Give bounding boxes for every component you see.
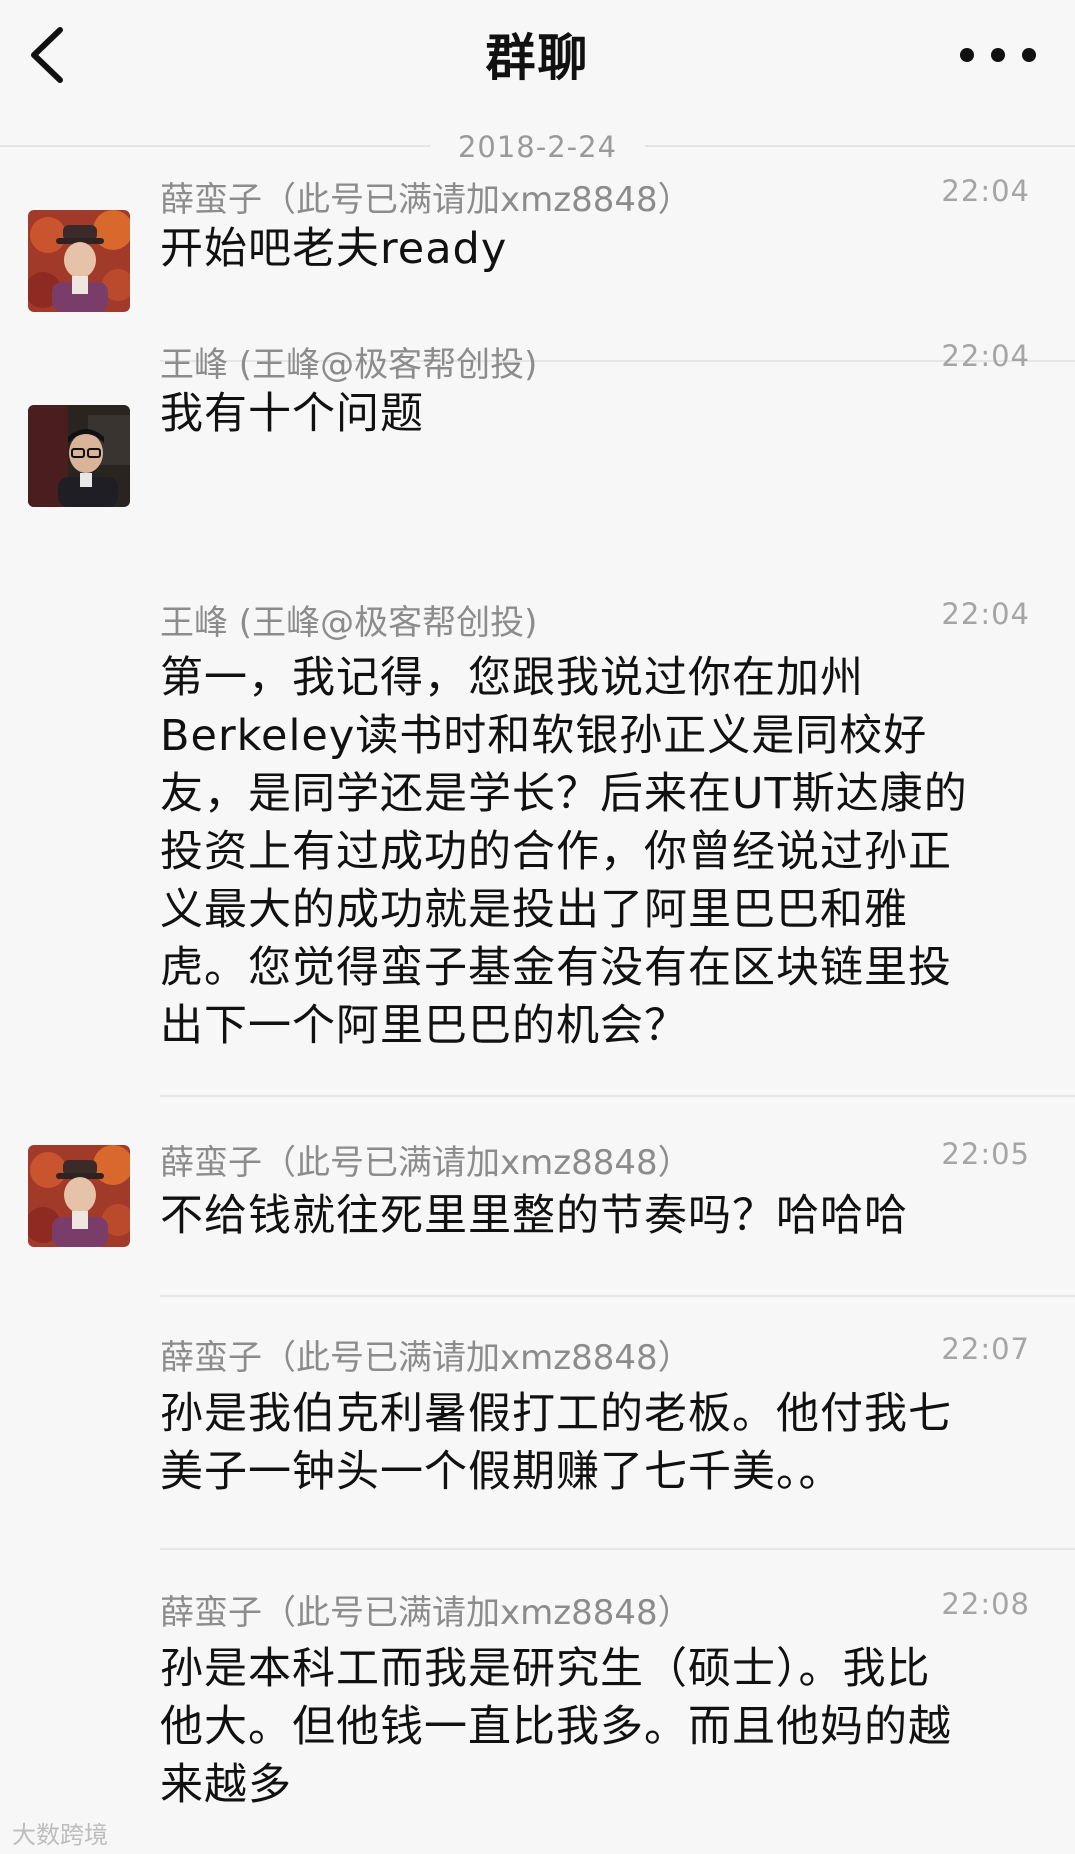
message-item: 王峰 (王峰@极客帮创投) 22:04 第一，我记得，您跟我说过你在加州 Ber… <box>0 595 1075 1105</box>
message-text: 开始吧老夫ready <box>160 224 508 274</box>
message-time: 22:04 <box>941 174 1030 208</box>
message-text-line: 美子一钟头一个假期赚了七千美。。 <box>160 1447 843 1497</box>
message-text-line: 虎。您觉得蛮子基金有没有在区块链里投 <box>160 943 952 993</box>
message-text-line: 来越多 <box>160 1760 292 1810</box>
message-text-line: 出下一个阿里巴巴的机会？ <box>160 1001 688 1051</box>
message-item: 薛蛮子（此号已满请加xmz8848） 22:07 孙是我伯克利暑假打工的老板。他… <box>0 1330 1075 1550</box>
message-time: 22:04 <box>941 597 1030 631</box>
divider <box>160 1095 1075 1097</box>
message-text-line: 第一，我记得，您跟我说过你在加州 <box>160 653 864 703</box>
chat-title: 群聊 <box>485 29 590 87</box>
sender-name: 王峰 (王峰@极客帮创投) <box>160 345 538 385</box>
man-with-hat-avatar[interactable] <box>28 210 130 312</box>
sender-name: 王峰 (王峰@极客帮创投) <box>160 603 538 643</box>
message-time: 22:07 <box>941 1332 1030 1366</box>
man-with-hat-avatar[interactable] <box>28 1145 130 1247</box>
sender-name: 薛蛮子（此号已满请加xmz8848） <box>160 180 692 220</box>
message-text-line: 他大。但他钱一直比我多。而且他妈的越 <box>160 1702 952 1752</box>
message-time: 22:04 <box>941 339 1030 373</box>
more-dots-icon <box>960 48 1036 62</box>
message-text-line: 投资上有过成功的合作，你曾经说过孙正 <box>160 827 952 877</box>
watermark: 大数跨境 <box>12 1821 108 1849</box>
message-time: 22:08 <box>941 1587 1030 1621</box>
sender-name: 薛蛮子（此号已满请加xmz8848） <box>160 1143 692 1183</box>
message-text: 孙是本科工而我是研究生（硕士）。我比 他大。但他钱一直比我多。而且他妈的越 来越… <box>160 1640 1030 1814</box>
message-text-line: 孙是本科工而我是研究生（硕士）。我比 <box>160 1644 931 1694</box>
message-text-line: Berkeley读书时和软银孙正义是同校好 <box>160 711 928 761</box>
message-item: 薛蛮子（此号已满请加xmz8848） 22:04 开始吧老夫ready <box>0 170 1075 362</box>
man-with-glasses-avatar[interactable] <box>28 405 130 507</box>
date-label: 2018-2-24 <box>429 130 646 164</box>
message-item: 王峰 (王峰@极客帮创投) 22:04 我有十个问题 <box>0 339 1075 545</box>
message-time: 22:05 <box>941 1137 1030 1171</box>
divider <box>160 1548 1075 1550</box>
message-item: 薛蛮子（此号已满请加xmz8848） 22:05 不给钱就往死里里整的节奏吗？哈… <box>0 1135 1075 1297</box>
sender-name: 薛蛮子（此号已满请加xmz8848） <box>160 1593 692 1633</box>
message-item: 薛蛮子（此号已满请加xmz8848） 22:08 孙是本科工而我是研究生（硕士）… <box>0 1585 1075 1835</box>
message-text: 第一，我记得，您跟我说过你在加州 Berkeley读书时和软银孙正义是同校好 友… <box>160 649 1030 1055</box>
message-text: 不给钱就往死里里整的节奏吗？哈哈哈 <box>160 1191 908 1241</box>
sender-name: 薛蛮子（此号已满请加xmz8848） <box>160 1338 692 1378</box>
message-text-line: 友，是同学还是学长？后来在UT斯达康的 <box>160 769 968 819</box>
more-button[interactable] <box>953 35 1043 75</box>
message-text-line: 义最大的成功就是投出了阿里巴巴和雅 <box>160 885 908 935</box>
chat-header: 群聊 2018-2-24 <box>0 0 1075 164</box>
divider <box>160 1295 1075 1297</box>
message-text: 我有十个问题 <box>160 389 424 439</box>
message-text: 孙是我伯克利暑假打工的老板。他付我七 美子一钟头一个假期赚了七千美。。 <box>160 1385 1030 1501</box>
date-separator: 2018-2-24 <box>0 130 1075 164</box>
message-text-line: 孙是我伯克利暑假打工的老板。他付我七 <box>160 1389 952 1439</box>
